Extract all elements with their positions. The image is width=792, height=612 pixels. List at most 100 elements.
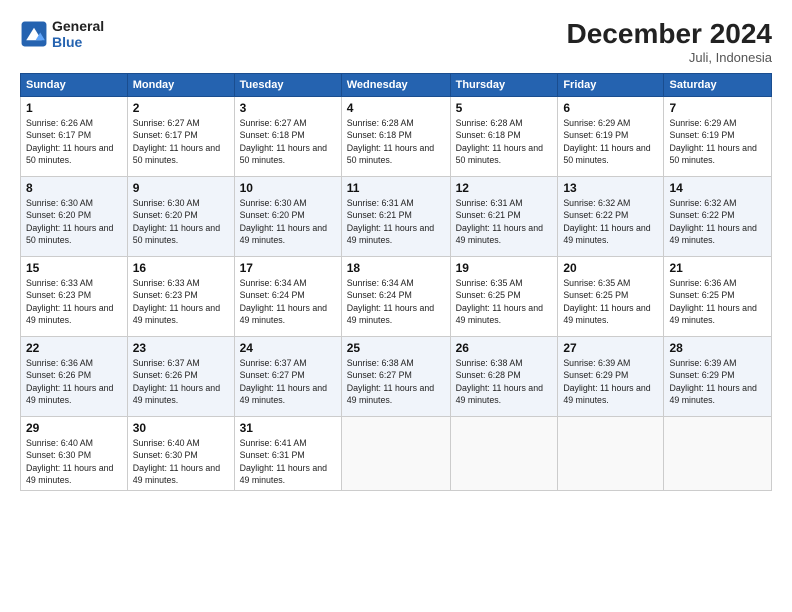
- sunset-text: Sunset: 6:29 PM: [669, 370, 734, 380]
- sunset-text: Sunset: 6:21 PM: [456, 210, 521, 220]
- day-number: 30: [133, 421, 229, 435]
- col-sunday: Sunday: [21, 74, 128, 97]
- day-info: Sunrise: 6:30 AM Sunset: 6:20 PM Dayligh…: [133, 197, 229, 246]
- calendar-cell: 24 Sunrise: 6:37 AM Sunset: 6:27 PM Dayl…: [234, 337, 341, 417]
- sunrise-text: Sunrise: 6:37 AM: [240, 358, 307, 368]
- calendar-cell: 4 Sunrise: 6:28 AM Sunset: 6:18 PM Dayli…: [341, 97, 450, 177]
- sunrise-text: Sunrise: 6:27 AM: [240, 118, 307, 128]
- sunset-text: Sunset: 6:30 PM: [133, 450, 198, 460]
- calendar-cell: 11 Sunrise: 6:31 AM Sunset: 6:21 PM Dayl…: [341, 177, 450, 257]
- day-number: 7: [669, 101, 766, 115]
- day-info: Sunrise: 6:35 AM Sunset: 6:25 PM Dayligh…: [456, 277, 553, 326]
- calendar-cell: 29 Sunrise: 6:40 AM Sunset: 6:30 PM Dayl…: [21, 417, 128, 491]
- daylight-text: Daylight: 11 hours and 49 minutes.: [133, 383, 220, 405]
- day-number: 27: [563, 341, 658, 355]
- sunrise-text: Sunrise: 6:29 AM: [669, 118, 736, 128]
- day-number: 31: [240, 421, 336, 435]
- daylight-text: Daylight: 11 hours and 49 minutes.: [669, 383, 756, 405]
- sunrise-text: Sunrise: 6:30 AM: [26, 198, 93, 208]
- sunset-text: Sunset: 6:30 PM: [26, 450, 91, 460]
- daylight-text: Daylight: 11 hours and 49 minutes.: [240, 303, 327, 325]
- col-thursday: Thursday: [450, 74, 558, 97]
- day-number: 2: [133, 101, 229, 115]
- sunrise-text: Sunrise: 6:31 AM: [456, 198, 523, 208]
- daylight-text: Daylight: 11 hours and 50 minutes.: [456, 143, 543, 165]
- col-tuesday: Tuesday: [234, 74, 341, 97]
- day-info: Sunrise: 6:28 AM Sunset: 6:18 PM Dayligh…: [456, 117, 553, 166]
- day-number: 22: [26, 341, 122, 355]
- calendar-week-row: 8 Sunrise: 6:30 AM Sunset: 6:20 PM Dayli…: [21, 177, 772, 257]
- day-number: 17: [240, 261, 336, 275]
- calendar-week-row: 22 Sunrise: 6:36 AM Sunset: 6:26 PM Dayl…: [21, 337, 772, 417]
- calendar-cell: 30 Sunrise: 6:40 AM Sunset: 6:30 PM Dayl…: [127, 417, 234, 491]
- calendar-cell: 14 Sunrise: 6:32 AM Sunset: 6:22 PM Dayl…: [664, 177, 772, 257]
- daylight-text: Daylight: 11 hours and 49 minutes.: [563, 383, 650, 405]
- day-number: 14: [669, 181, 766, 195]
- day-info: Sunrise: 6:34 AM Sunset: 6:24 PM Dayligh…: [347, 277, 445, 326]
- sunset-text: Sunset: 6:21 PM: [347, 210, 412, 220]
- daylight-text: Daylight: 11 hours and 49 minutes.: [26, 463, 113, 485]
- calendar-table: Sunday Monday Tuesday Wednesday Thursday…: [20, 73, 772, 491]
- daylight-text: Daylight: 11 hours and 49 minutes.: [563, 223, 650, 245]
- calendar-cell: 26 Sunrise: 6:38 AM Sunset: 6:28 PM Dayl…: [450, 337, 558, 417]
- sunset-text: Sunset: 6:18 PM: [456, 130, 521, 140]
- logo-icon: [20, 20, 48, 48]
- day-number: 9: [133, 181, 229, 195]
- daylight-text: Daylight: 11 hours and 49 minutes.: [669, 303, 756, 325]
- day-info: Sunrise: 6:39 AM Sunset: 6:29 PM Dayligh…: [669, 357, 766, 406]
- col-friday: Friday: [558, 74, 664, 97]
- sunset-text: Sunset: 6:31 PM: [240, 450, 305, 460]
- sunrise-text: Sunrise: 6:36 AM: [669, 278, 736, 288]
- calendar-cell: [664, 417, 772, 491]
- logo-text: General Blue: [52, 18, 104, 50]
- daylight-text: Daylight: 11 hours and 50 minutes.: [26, 223, 113, 245]
- calendar-cell: 3 Sunrise: 6:27 AM Sunset: 6:18 PM Dayli…: [234, 97, 341, 177]
- sunset-text: Sunset: 6:20 PM: [240, 210, 305, 220]
- sunrise-text: Sunrise: 6:39 AM: [669, 358, 736, 368]
- day-number: 8: [26, 181, 122, 195]
- day-number: 16: [133, 261, 229, 275]
- sunset-text: Sunset: 6:22 PM: [563, 210, 628, 220]
- day-info: Sunrise: 6:30 AM Sunset: 6:20 PM Dayligh…: [240, 197, 336, 246]
- calendar-header-row: Sunday Monday Tuesday Wednesday Thursday…: [21, 74, 772, 97]
- calendar-cell: 18 Sunrise: 6:34 AM Sunset: 6:24 PM Dayl…: [341, 257, 450, 337]
- sunset-text: Sunset: 6:22 PM: [669, 210, 734, 220]
- location-subtitle: Juli, Indonesia: [567, 50, 772, 65]
- sunrise-text: Sunrise: 6:36 AM: [26, 358, 93, 368]
- sunrise-text: Sunrise: 6:38 AM: [347, 358, 414, 368]
- day-number: 5: [456, 101, 553, 115]
- day-info: Sunrise: 6:29 AM Sunset: 6:19 PM Dayligh…: [563, 117, 658, 166]
- sunrise-text: Sunrise: 6:33 AM: [133, 278, 200, 288]
- sunset-text: Sunset: 6:23 PM: [26, 290, 91, 300]
- sunrise-text: Sunrise: 6:39 AM: [563, 358, 630, 368]
- sunset-text: Sunset: 6:26 PM: [133, 370, 198, 380]
- day-info: Sunrise: 6:37 AM Sunset: 6:27 PM Dayligh…: [240, 357, 336, 406]
- day-number: 15: [26, 261, 122, 275]
- sunset-text: Sunset: 6:26 PM: [26, 370, 91, 380]
- daylight-text: Daylight: 11 hours and 49 minutes.: [347, 303, 434, 325]
- calendar-cell: 16 Sunrise: 6:33 AM Sunset: 6:23 PM Dayl…: [127, 257, 234, 337]
- daylight-text: Daylight: 11 hours and 49 minutes.: [26, 303, 113, 325]
- calendar-cell: 20 Sunrise: 6:35 AM Sunset: 6:25 PM Dayl…: [558, 257, 664, 337]
- day-number: 25: [347, 341, 445, 355]
- day-number: 10: [240, 181, 336, 195]
- day-info: Sunrise: 6:37 AM Sunset: 6:26 PM Dayligh…: [133, 357, 229, 406]
- day-number: 6: [563, 101, 658, 115]
- sunrise-text: Sunrise: 6:35 AM: [563, 278, 630, 288]
- calendar-cell: 1 Sunrise: 6:26 AM Sunset: 6:17 PM Dayli…: [21, 97, 128, 177]
- day-number: 29: [26, 421, 122, 435]
- day-number: 24: [240, 341, 336, 355]
- calendar-week-row: 15 Sunrise: 6:33 AM Sunset: 6:23 PM Dayl…: [21, 257, 772, 337]
- sunset-text: Sunset: 6:17 PM: [133, 130, 198, 140]
- sunrise-text: Sunrise: 6:40 AM: [26, 438, 93, 448]
- calendar-cell: 19 Sunrise: 6:35 AM Sunset: 6:25 PM Dayl…: [450, 257, 558, 337]
- daylight-text: Daylight: 11 hours and 49 minutes.: [240, 463, 327, 485]
- sunset-text: Sunset: 6:25 PM: [456, 290, 521, 300]
- sunrise-text: Sunrise: 6:28 AM: [456, 118, 523, 128]
- day-info: Sunrise: 6:31 AM Sunset: 6:21 PM Dayligh…: [347, 197, 445, 246]
- sunrise-text: Sunrise: 6:34 AM: [240, 278, 307, 288]
- day-number: 12: [456, 181, 553, 195]
- calendar-page: General Blue December 2024 Juli, Indones…: [0, 0, 792, 612]
- month-year-title: December 2024: [567, 18, 772, 50]
- daylight-text: Daylight: 11 hours and 49 minutes.: [133, 463, 220, 485]
